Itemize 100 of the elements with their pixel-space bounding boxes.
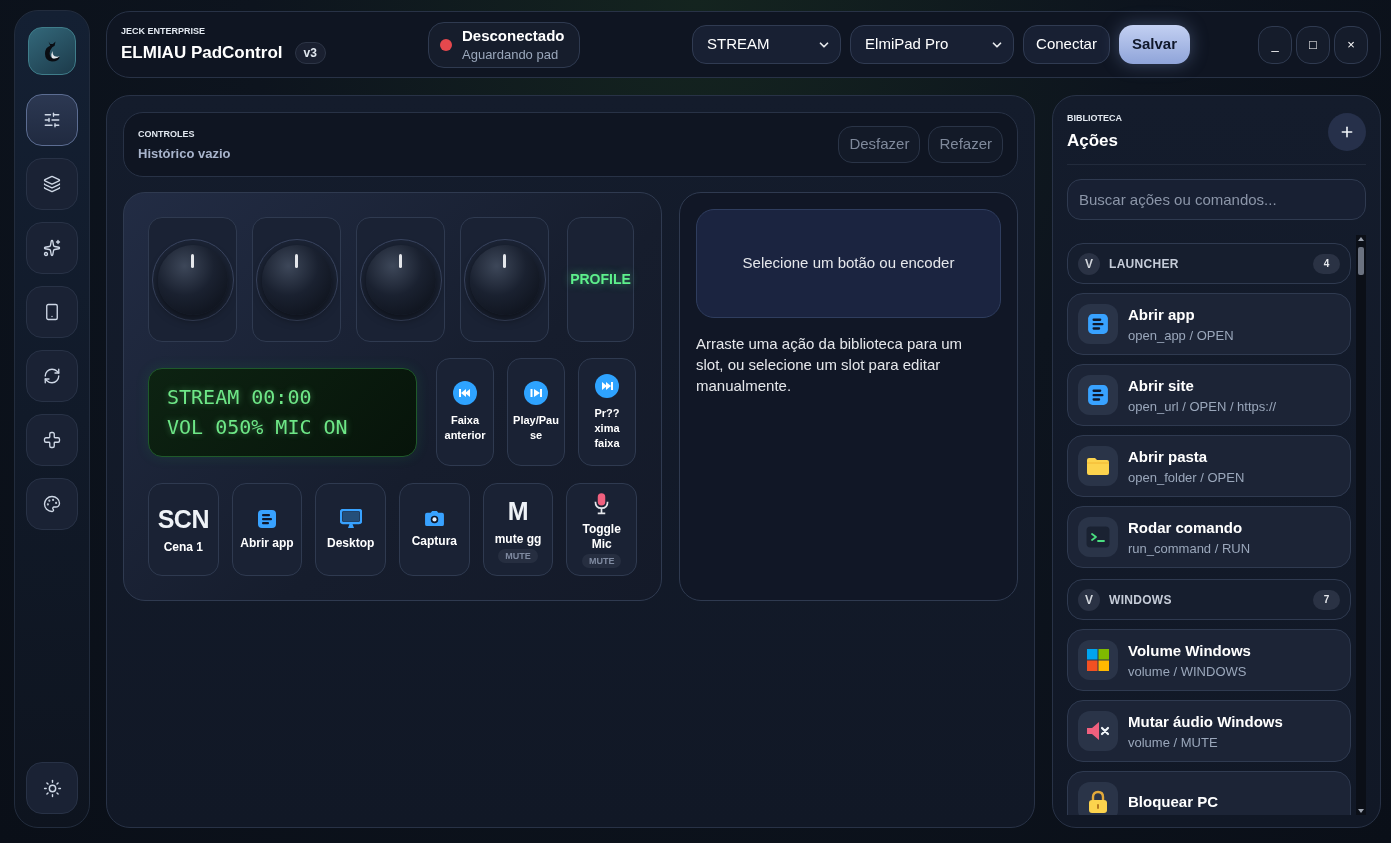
profile-select[interactable]: STREAM bbox=[692, 25, 842, 64]
monitor-icon bbox=[339, 508, 362, 529]
action-item[interactable]: Volume Windows volume / WINDOWS bbox=[1067, 629, 1351, 691]
layers-icon bbox=[43, 175, 61, 193]
action-subtitle: run_command / RUN bbox=[1128, 539, 1251, 557]
lcd-line: STREAM 00:00 bbox=[167, 384, 312, 411]
search-field[interactable]: Buscar ações ou comandos... bbox=[1067, 179, 1366, 220]
terminal-icon bbox=[1078, 517, 1118, 557]
mute-badge: MUTE bbox=[498, 548, 538, 563]
category-header[interactable]: V WINDOWS 7 bbox=[1067, 579, 1351, 620]
scrollbar[interactable] bbox=[1356, 235, 1366, 815]
close-button[interactable]: × bbox=[1334, 25, 1368, 64]
slot-glyph: SCN bbox=[157, 504, 209, 533]
action-slot[interactable]: Desktop bbox=[315, 483, 386, 576]
scroll-down-icon[interactable] bbox=[1358, 809, 1364, 813]
scroll-up-icon[interactable] bbox=[1358, 237, 1364, 241]
action-title: Mutar áudio Windows bbox=[1128, 711, 1283, 732]
count-badge: 7 bbox=[1313, 589, 1340, 610]
sliders-icon bbox=[43, 111, 61, 129]
library-title: Ações bbox=[1067, 130, 1120, 152]
lcd-line: VOL 050% MIC ON bbox=[167, 414, 348, 441]
action-title: Volume Windows bbox=[1128, 640, 1251, 661]
document-icon bbox=[1078, 375, 1118, 415]
document-icon bbox=[257, 508, 277, 529]
action-title: Abrir app bbox=[1128, 304, 1196, 325]
section-label: CONTROLES bbox=[138, 127, 196, 140]
action-title: Abrir pasta bbox=[1128, 446, 1209, 467]
nav-button[interactable] bbox=[26, 478, 78, 530]
action-subtitle: open_folder / OPEN bbox=[1128, 468, 1245, 486]
nav-button[interactable] bbox=[26, 350, 78, 402]
action-item[interactable]: Bloquear PC bbox=[1067, 771, 1351, 815]
speaker-mute-icon bbox=[1078, 711, 1118, 751]
camera-icon bbox=[423, 510, 445, 527]
inspector-hint: Arraste uma ação da biblioteca para um slot, ou selecione um slot para editar manualmente. bbox=[696, 334, 963, 396]
nav-button[interactable] bbox=[26, 222, 78, 274]
category-header[interactable]: V LAUNCHER 4 bbox=[1067, 243, 1351, 284]
action-item[interactable]: Rodar comando run_command / RUN bbox=[1067, 506, 1351, 568]
maximize-button[interactable]: □ bbox=[1296, 25, 1330, 64]
theme-button[interactable] bbox=[26, 762, 78, 814]
skip-forward-icon bbox=[595, 373, 619, 398]
action-subtitle: volume / MUTE bbox=[1128, 733, 1219, 751]
cat-logo-icon bbox=[28, 27, 76, 75]
section-label: BIBLIOTECA bbox=[1067, 112, 1122, 124]
palette-icon bbox=[43, 495, 61, 513]
microphone-icon bbox=[594, 491, 610, 515]
device-select[interactable]: ElmiPad Pro bbox=[850, 25, 1015, 64]
minimize-button[interactable]: _ bbox=[1258, 25, 1292, 64]
lock-icon bbox=[1078, 782, 1118, 815]
sparkles-icon bbox=[43, 239, 61, 257]
media-button[interactable]: Play/Pause bbox=[507, 358, 565, 466]
version-badge: v3 bbox=[294, 42, 326, 64]
plus-icon bbox=[1339, 124, 1355, 140]
action-slot[interactable]: Abrir app bbox=[231, 483, 303, 576]
cross-icon bbox=[43, 431, 61, 449]
action-item[interactable]: Abrir app open_app / OPEN bbox=[1067, 293, 1351, 355]
status-title: Desconectado bbox=[462, 26, 565, 45]
play-pause-icon bbox=[524, 381, 548, 405]
connect-button[interactable]: Conectar bbox=[1023, 25, 1110, 64]
action-slot[interactable]: Toggle Mic MUTE bbox=[566, 483, 637, 576]
action-subtitle: open_url / OPEN / https:// bbox=[1128, 397, 1277, 415]
action-slot[interactable]: Captura bbox=[399, 483, 470, 576]
action-slot[interactable]: SCN Cena 1 bbox=[148, 483, 219, 576]
action-slot[interactable]: M mute gg MUTE bbox=[482, 483, 554, 576]
count-badge: 4 bbox=[1313, 253, 1340, 274]
category-label: WINDOWS bbox=[1109, 591, 1172, 609]
status-subtitle: Aguardando pad bbox=[462, 46, 560, 63]
action-item[interactable]: Abrir site open_url / OPEN / https:// bbox=[1067, 364, 1351, 426]
scrollbar-thumb[interactable] bbox=[1358, 247, 1364, 275]
media-button[interactable]: Faixa anterior bbox=[436, 358, 494, 466]
nav-button[interactable] bbox=[26, 286, 78, 338]
sun-icon bbox=[42, 778, 62, 798]
app-title: ELMIAU PadControl bbox=[121, 42, 283, 64]
folder-icon bbox=[1078, 446, 1118, 486]
nav-button[interactable] bbox=[26, 94, 78, 146]
history-status: Histórico vazio bbox=[138, 144, 231, 162]
action-subtitle: open_app / OPEN bbox=[1128, 326, 1234, 344]
action-title: Abrir site bbox=[1128, 375, 1195, 396]
mute-badge: MUTE bbox=[581, 553, 622, 568]
refresh-icon bbox=[43, 367, 61, 385]
smartphone-icon bbox=[43, 303, 61, 321]
category-label: LAUNCHER bbox=[1109, 255, 1179, 273]
collapse-indicator: V bbox=[1078, 252, 1100, 275]
action-title: Rodar comando bbox=[1128, 517, 1244, 538]
media-button[interactable]: Pr??xima faixa bbox=[578, 358, 636, 466]
document-icon bbox=[1078, 304, 1118, 344]
four-squares-icon bbox=[1078, 640, 1118, 680]
skip-back-icon bbox=[453, 381, 477, 405]
nav-button[interactable] bbox=[26, 414, 78, 466]
action-subtitle: volume / WINDOWS bbox=[1128, 662, 1248, 680]
slot-glyph: M bbox=[507, 496, 529, 525]
nav-button[interactable] bbox=[26, 158, 78, 210]
save-button[interactable]: Salvar bbox=[1118, 25, 1190, 64]
action-item[interactable]: Mutar áudio Windows volume / MUTE bbox=[1067, 700, 1351, 762]
action-title: Bloquear PC bbox=[1128, 792, 1218, 812]
action-item[interactable]: Abrir pasta open_folder / OPEN bbox=[1067, 435, 1351, 497]
empty-state-text: Selecione um botão ou encoder bbox=[742, 253, 955, 274]
add-button[interactable] bbox=[1328, 113, 1366, 151]
collapse-indicator: V bbox=[1078, 588, 1100, 611]
profile-slot[interactable]: PROFILE bbox=[567, 217, 634, 342]
company-name: JECK ENTERPRISE bbox=[121, 25, 206, 37]
